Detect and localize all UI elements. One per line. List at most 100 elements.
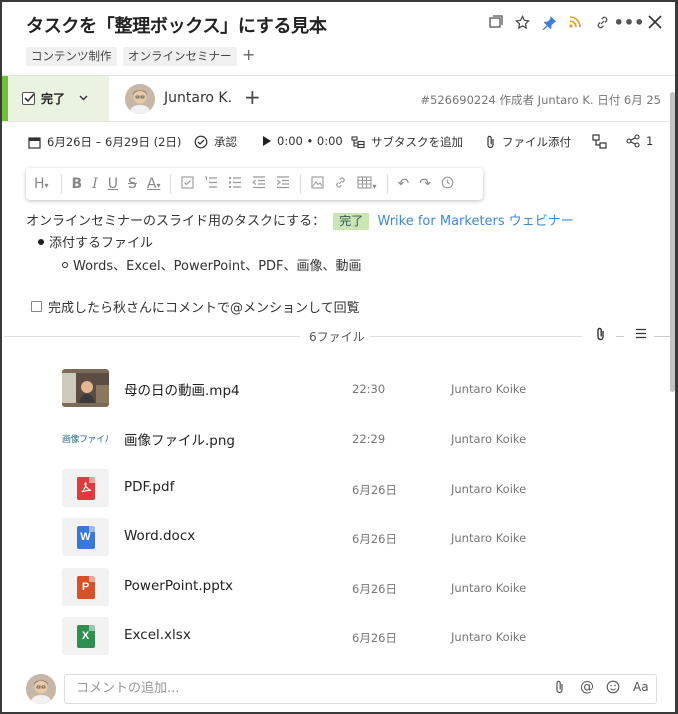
assignee-name[interactable]: Juntaro K. (164, 90, 232, 106)
bullet-list-icon[interactable] (228, 176, 242, 193)
file-name[interactable]: Word.docx (124, 528, 195, 544)
file-time: 6月26日 (352, 631, 397, 645)
divider (4, 336, 300, 337)
link-icon[interactable] (334, 176, 347, 193)
status-dropdown[interactable]: 完了 (2, 76, 109, 121)
file-row-ppt[interactable]: P PowerPoint.pptx 6月26日 Juntaro Koike (2, 563, 662, 613)
file-row-excel[interactable]: X Excel.xlsx 6月26日 Juntaro Koike (2, 612, 662, 662)
file-name[interactable]: PDF.pdf (124, 479, 174, 495)
approval-button[interactable]: 承認 (194, 134, 237, 150)
paperclip-icon[interactable] (596, 327, 606, 345)
subtask-icon (351, 135, 365, 149)
heading-dropdown[interactable]: H▾ (34, 176, 49, 192)
paperclip-icon (486, 135, 496, 149)
files-count: 6ファイル (309, 330, 365, 344)
emoji-icon[interactable] (606, 680, 620, 698)
task-toolbar: 6月26日 – 6月29日 (2日) 承認 0:00 • 0:00 サブタスクを… (2, 129, 675, 157)
file-owner: Juntaro Koike (451, 432, 527, 446)
file-owner: Juntaro Koike (451, 382, 527, 396)
underline-icon[interactable]: U (108, 176, 118, 192)
file-time: 22:29 (352, 432, 386, 446)
file-time: 22:30 (352, 382, 386, 396)
divider (170, 174, 172, 194)
more-icon[interactable]: ••• (614, 12, 645, 32)
text-format-button[interactable]: Aa (633, 680, 649, 694)
image-icon[interactable] (311, 175, 325, 193)
file-name[interactable]: 母の日の動画.mp4 (124, 379, 240, 399)
checklist-item: 完成したら秋さんにコメントで@メンションして回覧 (31, 297, 360, 316)
avatar (26, 674, 56, 704)
undo-icon[interactable]: ↶ (398, 176, 410, 192)
rss-icon[interactable] (565, 12, 585, 32)
comment-bar: コメントの追加... @ Aa (2, 667, 675, 712)
indent-icon[interactable] (276, 175, 290, 193)
file-owner: Juntaro Koike (451, 482, 527, 496)
add-subtask-button[interactable]: サブタスクを追加 (351, 134, 463, 150)
word-icon: W (76, 525, 95, 549)
divider (654, 336, 670, 337)
list-item: 添付するファイル (38, 232, 153, 251)
date-range-button[interactable]: 6月26日 – 6月29日 (2日) (28, 134, 181, 150)
share-button[interactable]: 1 (626, 134, 653, 148)
scrollbar[interactable] (670, 92, 675, 392)
file-owner: Juntaro Koike (451, 531, 527, 545)
file-row-video[interactable]: 母の日の動画.mp4 22:30 Juntaro Koike (2, 364, 662, 414)
ppt-letter: P (81, 581, 90, 593)
strikethrough-icon[interactable]: S (128, 176, 137, 192)
italic-icon[interactable]: I (92, 176, 98, 192)
date-range: 6月26日 – 6月29日 (2日) (47, 135, 182, 149)
file-name[interactable]: PowerPoint.pptx (124, 578, 233, 594)
add-assignee-button[interactable]: + (244, 85, 261, 109)
bold-icon[interactable]: B (72, 176, 83, 192)
dependency-button[interactable] (592, 134, 607, 149)
list-item: Words、Excel、PowerPoint、PDF、画像、動画 (62, 255, 362, 274)
window-icon[interactable] (486, 12, 506, 32)
webinar-link[interactable]: Wrike for Marketers ウェビナー (377, 214, 573, 229)
timer-value: 0:00 • 0:00 (277, 134, 343, 148)
calendar-icon (28, 136, 41, 149)
avatar[interactable] (125, 84, 155, 114)
paperclip-icon[interactable] (555, 680, 565, 698)
checklist-icon[interactable] (181, 175, 195, 193)
bullet-icon (38, 239, 44, 245)
file-owner: Juntaro Koike (451, 630, 527, 644)
list-item-text: Words、Excel、PowerPoint、PDF、画像、動画 (73, 259, 362, 274)
attach-file-label: ファイル添付 (502, 135, 571, 149)
table-icon[interactable]: ▾ (357, 175, 377, 193)
add-tag-button[interactable]: + (242, 45, 255, 64)
approval-label: 承認 (214, 135, 237, 149)
task-window: タスクを「整理ボックス」にする見本 ••• コンテンツ制作 オンラインセミナー … (0, 0, 678, 714)
tag-webinar[interactable]: オンラインセミナー (123, 47, 237, 66)
list-view-icon[interactable] (635, 327, 647, 343)
mention-icon[interactable]: @ (580, 679, 594, 695)
file-name[interactable]: Excel.xlsx (124, 627, 191, 643)
checkbox[interactable] (31, 301, 42, 312)
file-row-word[interactable]: W Word.docx 6月26日 Juntaro Koike (2, 513, 662, 563)
file-row-image[interactable]: 画像ファイル 画像ファイル.png 22:29 Juntaro Koike (2, 414, 662, 464)
text-color-icon[interactable]: A▾ (147, 176, 161, 192)
redo-icon[interactable]: ↷ (419, 176, 431, 192)
numbered-list-icon[interactable] (204, 176, 218, 193)
divider (386, 174, 388, 194)
file-time: 6月26日 (352, 483, 397, 497)
star-icon[interactable] (512, 12, 532, 32)
status-badge: 完了 (333, 213, 370, 230)
bullet-icon (62, 262, 68, 268)
excel-letter: X (81, 630, 90, 642)
file-time: 6月26日 (352, 532, 397, 546)
outdent-icon[interactable] (252, 175, 266, 193)
tag-content[interactable]: コンテンツ制作 (26, 47, 117, 66)
approval-icon (194, 135, 208, 149)
link-icon[interactable] (592, 12, 612, 32)
format-toolbar: H▾ B I U S A▾ ▾ ↶ ↷ (26, 168, 483, 200)
file-time: 6月26日 (352, 582, 397, 596)
comment-input[interactable]: コメントの追加... (64, 674, 657, 704)
close-icon[interactable] (645, 12, 665, 32)
file-row-pdf[interactable]: PDF.pdf 6月26日 Juntaro Koike (2, 464, 662, 514)
task-title[interactable]: タスクを「整理ボックス」にする見本 (26, 12, 327, 38)
attach-file-button[interactable]: ファイル添付 (486, 134, 571, 150)
timer-button[interactable]: 0:00 • 0:00 (262, 134, 343, 148)
pin-icon[interactable] (539, 12, 559, 32)
history-icon[interactable] (441, 176, 454, 193)
file-name[interactable]: 画像ファイル.png (124, 429, 235, 449)
